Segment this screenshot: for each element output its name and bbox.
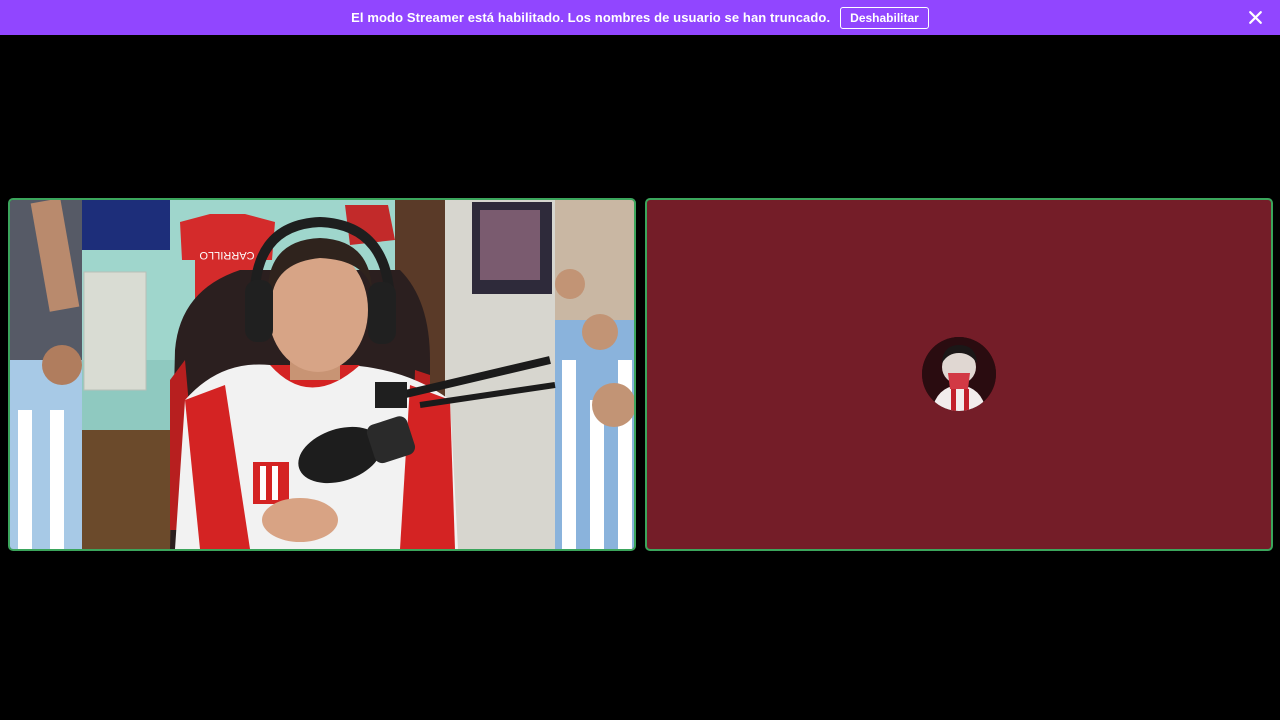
participant-avatar-tile[interactable]	[645, 198, 1273, 551]
close-icon[interactable]	[1247, 9, 1264, 26]
avatar-image	[922, 337, 996, 411]
participant-camera-feed: CARRILLO 9	[10, 200, 634, 549]
streamer-mode-banner: El modo Streamer está habilitado. Los no…	[0, 0, 1280, 35]
streamer-mode-message: El modo Streamer está habilitado. Los no…	[351, 10, 831, 25]
disable-streamer-mode-button[interactable]: Deshabilitar	[840, 6, 929, 29]
hanging-jersey-name: CARRILLO	[199, 249, 254, 261]
participant-avatar[interactable]	[922, 337, 996, 411]
participant-video-tile[interactable]: CARRILLO 9	[8, 198, 636, 551]
